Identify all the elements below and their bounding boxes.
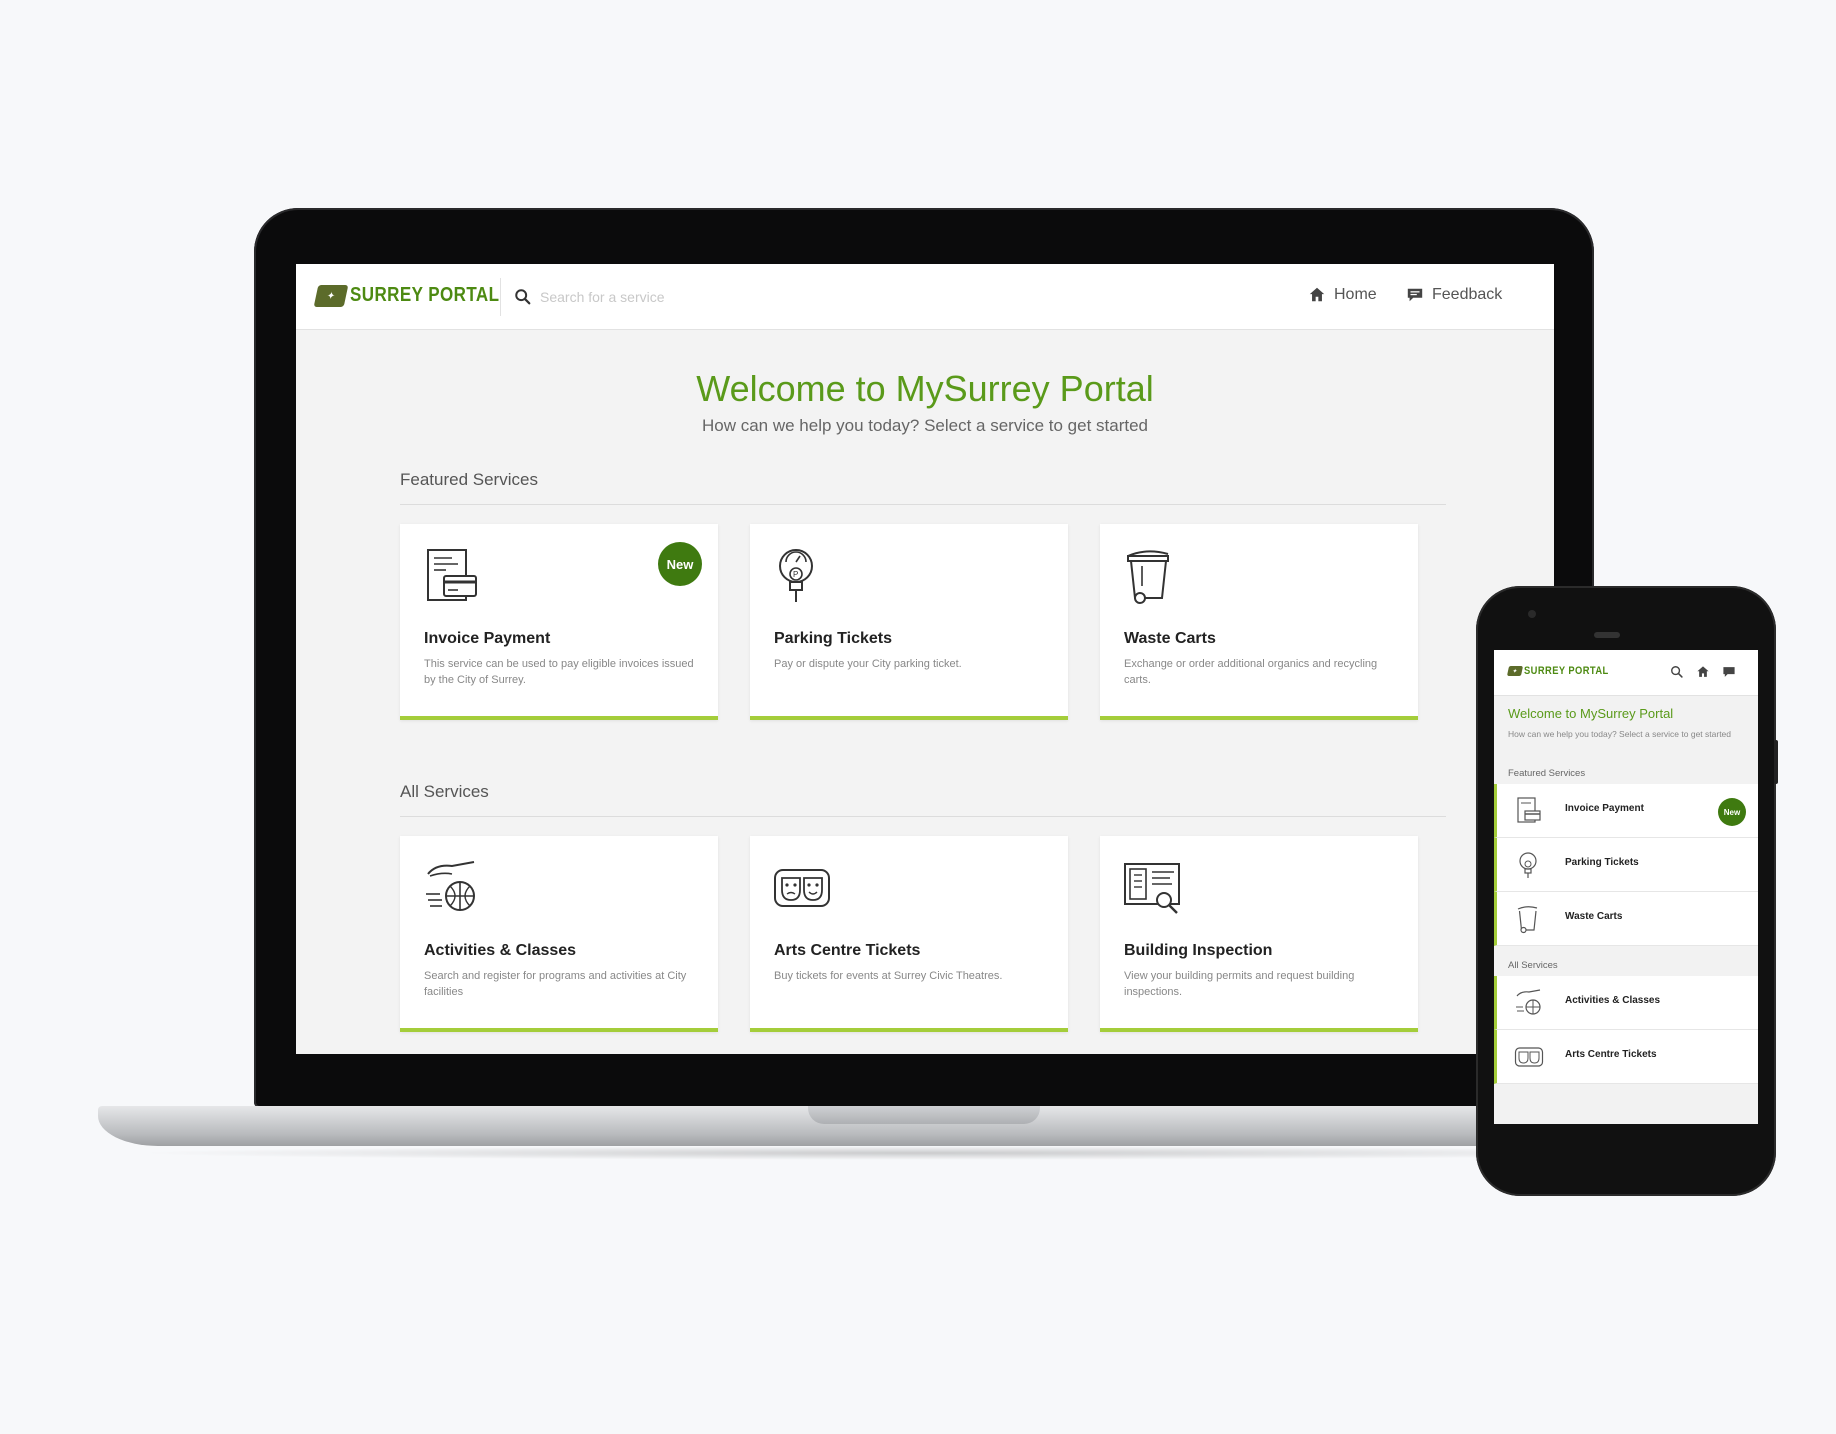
section-divider [400, 816, 1446, 817]
new-badge: New [1718, 798, 1746, 826]
mobile-featured-heading: Featured Services [1508, 768, 1586, 779]
mobile-page-subtitle: How can we help you today? Select a serv… [1508, 729, 1732, 739]
card-description: View your building permits and request b… [1124, 970, 1355, 998]
row-label: Invoice Payment [1565, 803, 1644, 814]
card-title: Arts Centre Tickets [774, 942, 921, 959]
home-icon [1309, 287, 1325, 302]
phone-camera [1528, 610, 1536, 618]
header-divider [500, 278, 501, 316]
card-description: Search and register for programs and act… [424, 970, 687, 998]
waste-cart-icon [1517, 906, 1538, 934]
waste-cart-icon [1127, 550, 1169, 604]
page-title: Welcome to MySurrey Portal [696, 368, 1154, 409]
activities-icon [426, 861, 475, 911]
card-description: Pay or dispute your City parking ticket. [774, 658, 962, 670]
card-parking-tickets[interactable]: P Parking Tickets Pay or dispute your Ci… [750, 524, 1068, 720]
laptop-screen: ✦ SURREY PORTAL Home Feedback Welcome to… [296, 264, 1554, 1054]
city-logo-icon: ✦ [313, 284, 349, 307]
feedback-icon [1407, 288, 1423, 302]
phone-screen: ✦ SURREY PORTAL Welcome to MySurrey Port… [1494, 650, 1758, 1124]
phone-speaker [1594, 632, 1620, 638]
all-services-heading: All Services [400, 782, 489, 801]
building-inspection-icon [1124, 863, 1180, 914]
search-icon [515, 289, 531, 305]
laptop-shadow [130, 1146, 1710, 1160]
invoice-icon [1517, 797, 1541, 823]
logo-text: SURREY PORTAL [350, 284, 500, 306]
new-badge: New [658, 542, 702, 586]
mobile-row-parking-tickets[interactable]: Parking Tickets [1494, 838, 1758, 892]
page-subtitle: How can we help you today? Select a serv… [701, 416, 1149, 435]
nav-feedback[interactable]: Feedback [1406, 286, 1502, 304]
top-header: ✦ SURREY PORTAL Home Feedback [296, 264, 1554, 330]
card-building-inspection[interactable]: Building Inspection View your building p… [1100, 836, 1418, 1032]
card-title: Invoice Payment [424, 630, 551, 647]
row-label: Parking Tickets [1565, 857, 1639, 868]
featured-services-heading: Featured Services [400, 470, 538, 489]
parking-meter-icon: P [779, 549, 813, 602]
search-input[interactable] [540, 284, 840, 310]
theatre-masks-icon [1514, 1047, 1544, 1067]
home-icon[interactable] [1696, 665, 1710, 679]
card-title: Activities & Classes [424, 942, 577, 959]
nav-feedback-label: Feedback [1432, 286, 1503, 303]
parking-meter-icon [1519, 852, 1537, 878]
card-description: Exchange or order additional organics an… [1124, 658, 1378, 686]
card-waste-carts[interactable]: Waste Carts Exchange or order additional… [1100, 524, 1418, 720]
feedback-icon[interactable] [1722, 665, 1736, 679]
section-divider [400, 504, 1446, 505]
row-label: Arts Centre Tickets [1565, 1049, 1657, 1060]
card-title: Waste Carts [1124, 630, 1216, 647]
mobile-logo[interactable]: ✦ SURREY PORTAL [1506, 665, 1624, 677]
phone-side-button [1774, 740, 1778, 784]
card-description: Buy tickets for events at Surrey Civic T… [774, 970, 1003, 982]
mobile-all-services-heading: All Services [1508, 960, 1558, 971]
card-arts-centre-tickets[interactable]: Arts Centre Tickets Buy tickets for even… [750, 836, 1068, 1032]
mobile-header: ✦ SURREY PORTAL [1494, 650, 1758, 696]
card-activities-classes[interactable]: Activities & Classes Search and register… [400, 836, 718, 1032]
invoice-icon [427, 549, 477, 601]
nav-home[interactable]: Home [1308, 286, 1377, 304]
mobile-row-invoice-payment[interactable]: Invoice Payment New [1494, 784, 1758, 838]
city-logo-icon: ✦ [1506, 666, 1524, 676]
svg-text:P: P [793, 570, 798, 579]
device-mockup-stage: ✦ SURREY PORTAL Home Feedback Welcome to… [0, 0, 1836, 1434]
row-label: Waste Carts [1565, 911, 1623, 922]
search-icon[interactable] [1670, 665, 1684, 679]
activities-icon [1516, 989, 1541, 1015]
nav-home-label: Home [1334, 286, 1377, 303]
surrey-portal-logo[interactable]: ✦ SURREY PORTAL [313, 284, 526, 307]
theatre-masks-icon [774, 869, 830, 907]
card-description: This service can be used to pay eligible… [424, 658, 694, 686]
mobile-page-title: Welcome to MySurrey Portal [1508, 706, 1674, 721]
laptop-notch [808, 1106, 1040, 1124]
card-title: Parking Tickets [774, 630, 892, 647]
mobile-row-activities-classes[interactable]: Activities & Classes [1494, 976, 1758, 1030]
mobile-row-arts-centre-tickets[interactable]: Arts Centre Tickets [1494, 1030, 1758, 1084]
mobile-row-waste-carts[interactable]: Waste Carts [1494, 892, 1758, 946]
card-invoice-payment[interactable]: New Invoice Payment This service can be … [400, 524, 718, 720]
card-title: Building Inspection [1124, 942, 1273, 959]
row-label: Activities & Classes [1565, 995, 1661, 1006]
mobile-logo-text: SURREY PORTAL [1524, 665, 1609, 677]
